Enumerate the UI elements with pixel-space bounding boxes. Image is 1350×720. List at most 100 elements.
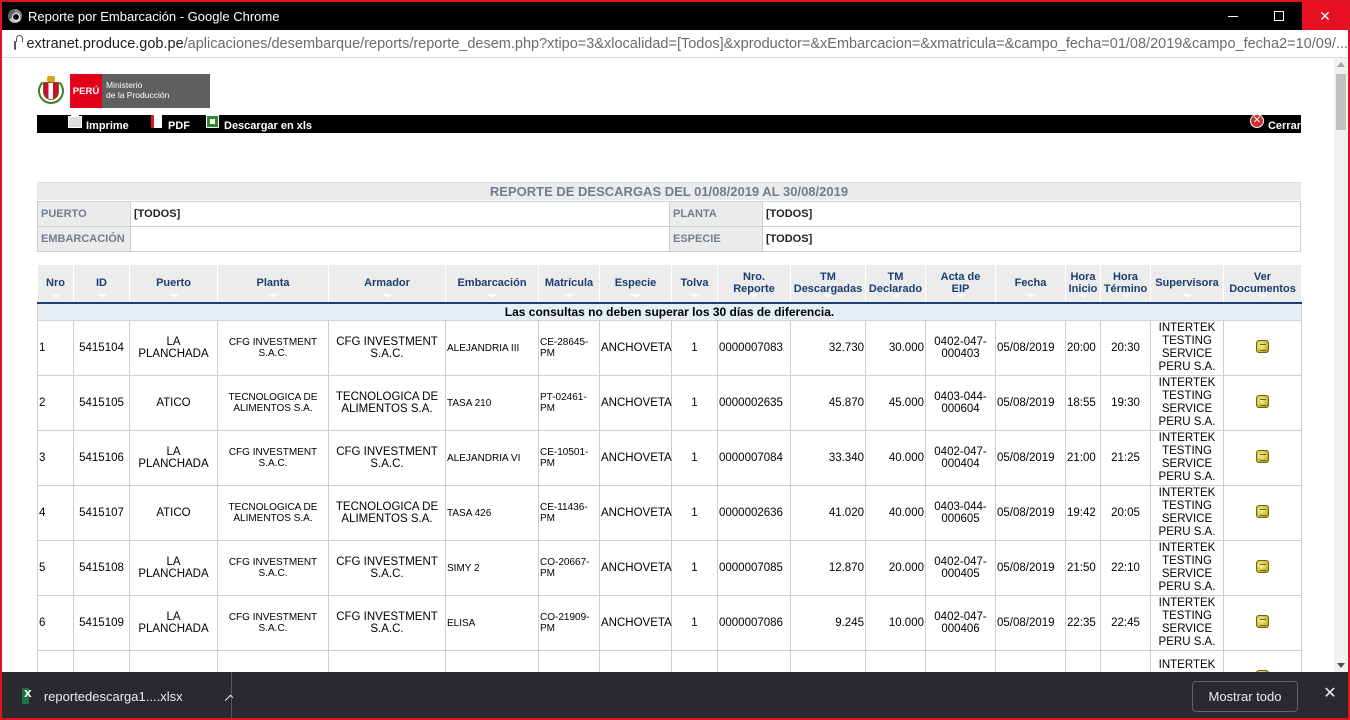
column-header[interactable]: TM Declarado [865,264,926,304]
column-header-line1: TM [887,271,904,284]
print-button[interactable]: Imprime [68,112,129,133]
view-document-icon[interactable] [1256,450,1269,463]
cell-hora-inicio-text: 21:00 [1067,452,1096,464]
printer-icon [68,112,82,128]
sort-arrow-icon[interactable] [1025,293,1036,298]
column-header-line1: Acta de [940,271,981,284]
cell-id: 5415107 [73,485,130,541]
close-download-bar-icon[interactable]: ✕ [1322,686,1338,702]
table-row: 5 5415108 LA PLANCHADA CFG INVESTMENT S.A.C. C… [37,540,1302,596]
column-header[interactable]: Tolva [671,264,718,304]
close-report-button[interactable]: ✕ Cerrar [1249,114,1301,133]
excel-file-icon [22,688,32,704]
sort-arrow-icon[interactable] [1257,293,1268,298]
cell-planta: CFG INVESTMENT S.A.C. [217,595,329,651]
lock-icon[interactable] [14,35,25,50]
view-document-icon[interactable] [1256,340,1269,353]
minimize-button[interactable] [1210,2,1256,30]
sort-arrow-icon[interactable] [1182,293,1192,298]
cell-puerto-text: LA [166,446,181,458]
view-document-icon[interactable] [1256,615,1269,628]
column-header[interactable]: Puerto [129,264,218,304]
sort-arrow-icon[interactable] [268,293,278,298]
scroll-down-icon[interactable] [1337,663,1345,668]
cell-supervisora-text: TESTING [1162,445,1212,457]
column-header[interactable]: Embarcación [445,264,539,304]
column-header[interactable]: ID [73,264,130,304]
sort-arrow-icon[interactable] [96,293,107,298]
cell-supervisora-text: PERU S.A. [1158,416,1216,428]
column-header[interactable]: Nro. Reporte [717,264,791,304]
cell-supervisora-text: PERU S.A. [1158,526,1216,538]
cell-planta: CFG INVESTMENT S.A.C. [217,430,329,486]
cell-puerto-text: LA [166,336,181,348]
cell-puerto: LA PLANCHADA [129,595,218,651]
cell-tm-descargadas [790,650,866,672]
logo-peru: PERÚ [70,74,102,108]
cell-embarcacion: TASA 426 [445,485,539,541]
sort-arrow-icon[interactable] [564,293,574,298]
cell-matricula-text: PM [540,348,555,359]
show-all-downloads-button[interactable]: Mostrar todo [1192,681,1298,712]
view-document-icon[interactable] [1256,505,1269,518]
cell-fecha-text: 05/08/2019 [997,507,1055,519]
column-header[interactable]: Hora Término [1100,264,1151,304]
download-xls-button[interactable]: Descargar en xls [206,115,312,133]
cell-tm-declarado: 10.000 [865,595,926,651]
column-header-line1: Embarcación [457,277,527,290]
column-header[interactable]: Supervisora [1150,264,1224,304]
column-header[interactable]: Especie [599,264,672,304]
cell-armador-text: S.A.C. [370,623,404,635]
cell-nro-text: 1 [39,342,46,354]
cell-planta-text: ALIMENTOS S.A. [233,513,313,524]
sort-arrow-icon[interactable] [689,293,700,298]
page-scrollbar[interactable] [1334,58,1348,672]
scroll-thumb[interactable] [1336,74,1346,130]
column-header[interactable]: Hora Inicio [1065,264,1101,304]
cell-puerto: LA PLANCHADA [129,320,218,376]
column-header[interactable]: Armador [328,264,446,304]
cell-supervisora: INTERTEK TESTING SERVICE PERU S.A. [1150,320,1224,376]
sort-arrow-icon[interactable] [1078,293,1088,298]
cell-id [73,650,130,672]
maximize-button[interactable] [1256,2,1302,30]
sort-arrow-icon[interactable] [382,293,392,298]
column-header[interactable]: Fecha [995,264,1066,304]
view-document-icon[interactable] [1256,395,1269,408]
cell-planta-text: CFG INVESTMENT [228,447,318,458]
scroll-up-icon[interactable] [1337,62,1345,67]
column-header[interactable]: Matrícula [538,264,600,304]
cell-reporte-text: 0000007086 [719,617,783,629]
cell-tm-declarado-text: 20.000 [888,562,924,574]
sort-arrow-icon[interactable] [168,293,179,298]
cell-reporte-text: 0000007084 [719,452,783,464]
sort-arrow-icon[interactable] [890,293,901,298]
column-header[interactable]: Planta [217,264,329,304]
close-window-button[interactable]: ✕ [1302,2,1348,30]
cell-tm-descargadas: 45.870 [790,375,866,431]
cell-nro-text: 2 [39,397,46,409]
column-header[interactable]: TM Descargadas [790,264,866,304]
sort-arrow-icon[interactable] [1120,293,1131,298]
sort-arrow-icon[interactable] [487,293,497,298]
sort-arrow-icon[interactable] [50,293,61,298]
chevron-up-icon[interactable] [224,694,234,703]
download-item[interactable]: reportedescarga1....xlsx [2,672,234,718]
cell-puerto-text: LA [166,611,181,623]
column-header[interactable]: Acta de EIP [925,264,996,304]
sort-arrow-icon[interactable] [749,293,759,298]
column-header[interactable]: Ver Documentos [1223,264,1302,304]
sort-arrow-icon[interactable] [630,293,641,298]
cell-hora-termino: 22:10 [1100,540,1151,596]
produce-logo: PERÚ Ministerio de la Producción [38,74,210,108]
cell-puerto: LA PLANCHADA [129,430,218,486]
view-document-icon[interactable] [1256,560,1269,573]
cell-nro: 5 [37,540,74,596]
sort-arrow-icon[interactable] [823,293,833,298]
sort-arrow-icon[interactable] [955,293,966,298]
address-bar[interactable]: extranet.produce.gob.pe/aplicaciones/des… [2,30,1348,58]
pdf-button[interactable]: PDF [151,115,190,133]
column-header[interactable]: Nro [37,264,74,304]
cell-fecha-text: 05/08/2019 [997,397,1055,409]
cell-puerto-text: PLANCHADA [138,623,209,635]
